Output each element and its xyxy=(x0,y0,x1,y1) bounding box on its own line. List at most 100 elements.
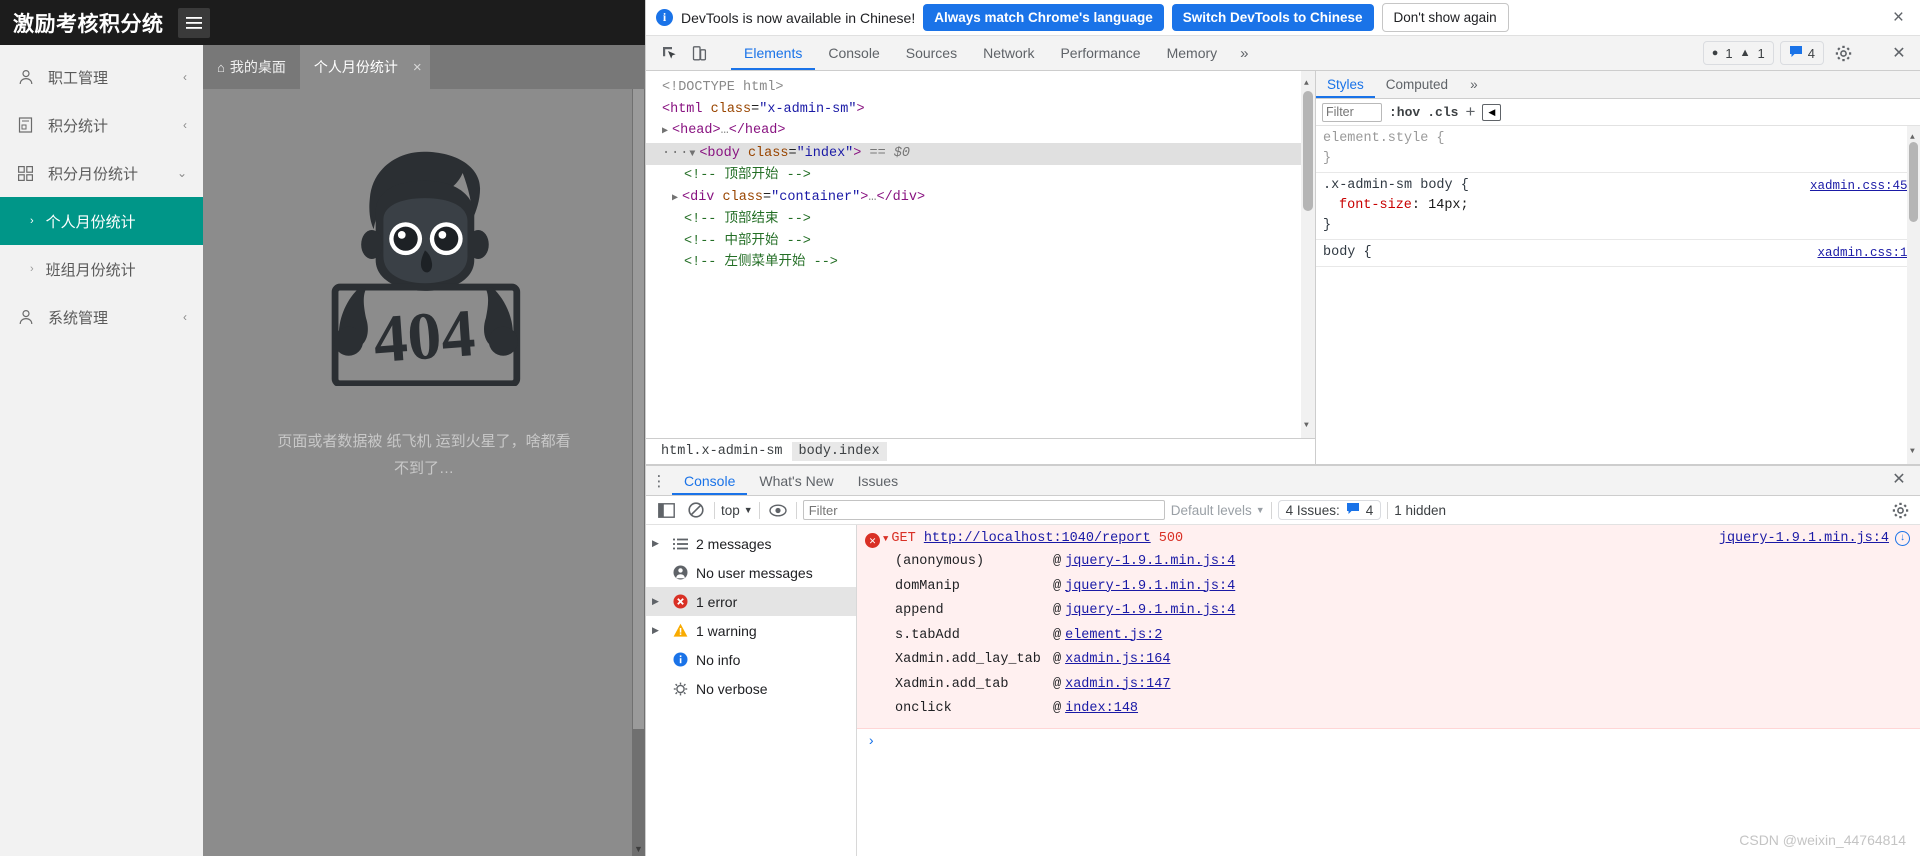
vertical-dots-icon[interactable]: ⋮ xyxy=(646,466,672,495)
gear-icon[interactable] xyxy=(1888,499,1912,521)
close-icon[interactable]: ✕ xyxy=(1886,40,1912,66)
breadcrumb-html[interactable]: html.x-admin-sm xyxy=(654,442,790,461)
style-rule-body[interactable]: body { xadmin.css:17 xyxy=(1316,240,1920,267)
stack-location[interactable]: xadmin.js:147 xyxy=(1065,673,1170,698)
gear-icon[interactable] xyxy=(1830,40,1856,66)
request-url[interactable]: http://localhost:1040/report xyxy=(924,531,1151,546)
issue-counts[interactable]: ● 1 ▲ 1 xyxy=(1702,41,1774,65)
more-styles-tabs-icon[interactable]: » xyxy=(1459,71,1489,98)
tab-network[interactable]: Network xyxy=(970,36,1047,70)
stack-frame: (anonymous) @ jquery-1.9.1.min.js:4 xyxy=(895,550,1920,575)
close-icon[interactable]: × xyxy=(403,59,422,76)
close-icon[interactable]: × xyxy=(1885,8,1912,27)
drawer-tab-issues[interactable]: Issues xyxy=(846,466,910,495)
chevron-right-icon[interactable]: ▶ xyxy=(652,625,664,636)
dom-line-head[interactable]: ▶ <head>…</head> xyxy=(646,120,1315,143)
switch-devtools-language-button[interactable]: Switch DevTools to Chinese xyxy=(1171,4,1374,31)
clear-console-icon[interactable] xyxy=(684,499,708,521)
rule-source-link[interactable]: xadmin.css:451 xyxy=(1810,176,1915,196)
stack-location[interactable]: jquery-1.9.1.min.js:4 xyxy=(1065,599,1235,624)
tab-sources[interactable]: Sources xyxy=(893,36,970,70)
open-in-network-icon[interactable]: ↓ xyxy=(1895,531,1910,546)
dom-tree[interactable]: <!DOCTYPE html> <html class="x-admin-sm"… xyxy=(646,71,1315,438)
styles-filter-input[interactable] xyxy=(1322,102,1382,122)
tab-computed[interactable]: Computed xyxy=(1375,71,1459,98)
sidebar-item-staff[interactable]: 职工管理 ‹ xyxy=(0,53,203,101)
tab-memory[interactable]: Memory xyxy=(1154,36,1231,70)
dom-tree-scrollbar[interactable]: ▲ ▼ xyxy=(1301,71,1315,438)
tab-console[interactable]: Console xyxy=(815,36,892,70)
dom-line-html[interactable]: <html class="x-admin-sm"> xyxy=(646,99,1315,121)
drawer-tab-console[interactable]: Console xyxy=(672,466,747,495)
stack-location[interactable]: element.js:2 xyxy=(1065,624,1162,649)
stack-function: onclick xyxy=(895,701,952,716)
console-sidebar-info[interactable]: No info xyxy=(646,645,856,674)
issues-message-chip[interactable]: 4 xyxy=(1779,41,1824,65)
tab-performance[interactable]: Performance xyxy=(1047,36,1153,70)
sidebar-item-monthly-stats[interactable]: 积分月份统计 ⌄ xyxy=(0,149,203,197)
drawer-tab-whats-new[interactable]: What's New xyxy=(747,466,845,495)
sidebar-subitem-team-monthly[interactable]: › 班组月份统计 xyxy=(0,245,203,293)
style-rule-element-style[interactable]: element.style { } xyxy=(1316,126,1920,173)
tab-personal-monthly[interactable]: 个人月份统计 × xyxy=(299,45,430,89)
stack-location[interactable]: jquery-1.9.1.min.js:4 xyxy=(1065,550,1235,575)
stack-location[interactable]: xadmin.js:164 xyxy=(1065,648,1170,673)
scroll-down-arrow-icon[interactable]: ▼ xyxy=(634,844,643,854)
style-rule-xadmin-body[interactable]: .x-admin-sm body { xadmin.css:451 font-s… xyxy=(1316,173,1920,240)
scrollbar-thumb[interactable] xyxy=(1909,142,1918,222)
hidden-messages-label[interactable]: 1 hidden xyxy=(1394,503,1446,518)
dom-line-body-selected[interactable]: ···▼ <body class="index"> == $0 xyxy=(646,142,1315,165)
content-scrollbar[interactable]: ▼ xyxy=(632,89,645,856)
scroll-down-arrow-icon[interactable]: ▼ xyxy=(1910,442,1915,462)
error-source-link[interactable]: jquery-1.9.1.min.js:4 xyxy=(1719,531,1889,546)
error-header[interactable]: ✕ ▼ GET http://localhost:1040/report 500… xyxy=(857,529,1920,550)
hov-toggle[interactable]: :hov xyxy=(1389,105,1420,120)
styles-scrollbar[interactable]: ▲ ▼ xyxy=(1907,126,1920,464)
tab-styles[interactable]: Styles xyxy=(1316,71,1375,98)
stack-location[interactable]: index:148 xyxy=(1065,697,1138,722)
console-sidebar-user-messages[interactable]: No user messages xyxy=(646,558,856,587)
inspect-element-icon[interactable] xyxy=(656,41,682,65)
always-match-language-button[interactable]: Always match Chrome's language xyxy=(923,4,1164,31)
tab-elements[interactable]: Elements xyxy=(731,36,815,70)
console-error-entry[interactable]: ✕ ▼ GET http://localhost:1040/report 500… xyxy=(857,525,1920,729)
console-prompt[interactable]: › xyxy=(857,729,1920,755)
rule-source-link[interactable]: xadmin.css:17 xyxy=(1817,243,1915,263)
dom-line-container[interactable]: ▶ <div class="container">…</div> xyxy=(646,187,1315,210)
console-sidebar-errors[interactable]: ▶ 1 error xyxy=(646,587,856,616)
sidebar-item-score-stats[interactable]: 积分统计 ‹ xyxy=(0,101,203,149)
chevron-right-icon[interactable]: ▶ xyxy=(652,596,664,607)
chevron-down-icon[interactable]: ▼ xyxy=(880,534,891,544)
log-levels-selector[interactable]: Default levels ▼ xyxy=(1171,503,1265,518)
more-tabs-icon[interactable]: » xyxy=(1230,36,1258,70)
breadcrumb-body[interactable]: body.index xyxy=(791,442,887,461)
dom-line-comment-top-end: <!-- 顶部结束 --> xyxy=(684,212,811,227)
console-sidebar-icon[interactable] xyxy=(654,499,678,521)
sidebar-subitem-personal-monthly[interactable]: › 个人月份统计 xyxy=(0,197,203,245)
rule-declaration[interactable]: font-size: 14px; xyxy=(1323,196,1915,216)
console-filter-input[interactable] xyxy=(802,500,1165,520)
404-illustration: 404 xyxy=(331,151,521,386)
dont-show-again-button[interactable]: Don't show again xyxy=(1381,3,1509,32)
toggle-sidebar-icon[interactable]: ◀ xyxy=(1482,103,1502,121)
scroll-down-arrow-icon[interactable]: ▼ xyxy=(1304,415,1309,437)
cls-toggle[interactable]: .cls xyxy=(1427,105,1458,120)
scrollbar-thumb[interactable] xyxy=(633,89,644,729)
console-sidebar-verbose[interactable]: No verbose xyxy=(646,674,856,703)
chevron-right-icon[interactable]: ▶ xyxy=(652,538,664,549)
stack-location[interactable]: jquery-1.9.1.min.js:4 xyxy=(1065,575,1235,600)
stack-at: @ xyxy=(1053,701,1062,716)
execution-context-selector[interactable]: top ▼ xyxy=(721,503,753,518)
console-sidebar-warnings[interactable]: ▶ 1 warning xyxy=(646,616,856,645)
vertical-dots-icon[interactable]: vertical-dots-icon xyxy=(1858,40,1884,66)
tab-my-desktop[interactable]: ⌂ 我的桌面 xyxy=(203,45,300,89)
new-style-rule-button[interactable]: + xyxy=(1465,102,1475,122)
issues-chip[interactable]: 4 Issues: 4 xyxy=(1277,500,1382,520)
hamburger-menu-icon[interactable] xyxy=(177,7,210,38)
device-toolbar-icon[interactable] xyxy=(686,41,712,65)
close-icon[interactable]: ✕ xyxy=(1886,466,1912,492)
console-sidebar-messages[interactable]: ▶ 2 messages xyxy=(646,529,856,558)
sidebar-item-system[interactable]: 系统管理 ‹ xyxy=(0,293,203,341)
scrollbar-thumb[interactable] xyxy=(1303,91,1313,211)
live-expression-icon[interactable] xyxy=(766,499,790,521)
